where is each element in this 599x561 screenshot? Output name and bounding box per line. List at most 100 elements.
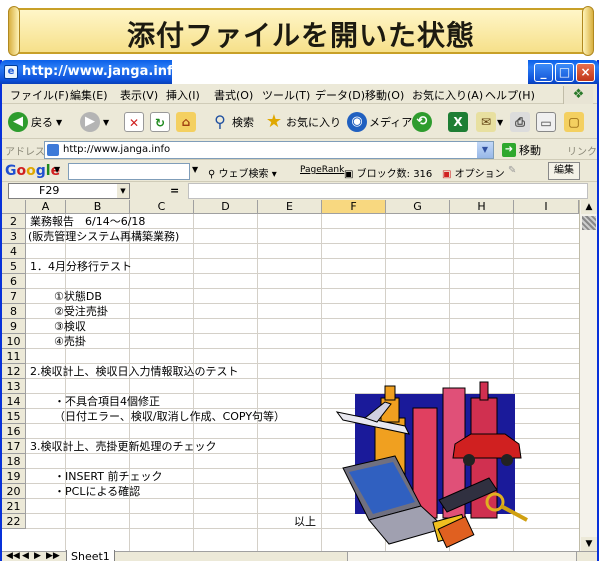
highlight-icon[interactable]: ✎ <box>508 165 516 176</box>
row-header[interactable]: 8 <box>2 304 26 319</box>
name-box-dropdown-icon[interactable]: ▼ <box>117 184 129 198</box>
back-button[interactable]: ◀ 戻る ▼ <box>8 110 62 134</box>
next-sheet-icon[interactable]: ▶ <box>34 551 41 561</box>
row-header[interactable]: 22 <box>2 514 26 529</box>
messenger-button[interactable]: ▢ <box>564 110 584 134</box>
links-label[interactable]: リンク <box>567 143 597 158</box>
cell-a20[interactable]: ・PCLによる確認 <box>54 484 140 499</box>
mail-button[interactable]: ✉ ▼ <box>476 110 503 134</box>
row-header[interactable]: 14 <box>2 394 26 409</box>
select-all-corner[interactable] <box>2 200 26 214</box>
address-input[interactable]: http://www.janga.info ▼ <box>44 141 494 159</box>
column-header-d[interactable]: D <box>194 200 258 214</box>
history-button[interactable]: ⟲ <box>412 110 432 134</box>
stop-button[interactable]: ✕ <box>124 110 144 134</box>
maximize-button[interactable]: □ <box>555 63 574 82</box>
column-header-b[interactable]: B <box>66 200 130 214</box>
row-header[interactable]: 19 <box>2 469 26 484</box>
spreadsheet-grid[interactable]: A B C D E F G H I 2 3 4 5 6 7 8 9 10 11 … <box>2 200 579 551</box>
cell-a12[interactable]: 2.検収計上、検収日入力情報取込のテスト <box>30 364 239 379</box>
row-header[interactable]: 20 <box>2 484 26 499</box>
row-header[interactable]: 12 <box>2 364 26 379</box>
close-button[interactable]: × <box>576 63 595 82</box>
edit-button[interactable]: 編集 <box>548 162 580 180</box>
row-header[interactable]: 17 <box>2 439 26 454</box>
cell-a7[interactable]: ①状態DB <box>54 289 102 304</box>
row-header[interactable]: 18 <box>2 454 26 469</box>
row-header[interactable]: 10 <box>2 334 26 349</box>
menu-tools[interactable]: ツール(T) <box>262 87 310 103</box>
web-search-button[interactable]: ⚲ ウェブ検索 ▾ <box>208 165 277 180</box>
menu-go[interactable]: 移動(O) <box>365 87 404 103</box>
vertical-scrollbar[interactable]: ▲ ▼ <box>579 200 597 551</box>
cell-e22[interactable]: 以上 <box>294 514 316 529</box>
row-header[interactable]: 7 <box>2 289 26 304</box>
first-sheet-icon[interactable]: ◀◀ <box>6 551 20 561</box>
menu-file[interactable]: ファイル(F) <box>10 87 69 103</box>
column-header-a[interactable]: A <box>26 200 66 214</box>
menu-help[interactable]: ヘルプ(H) <box>485 87 535 103</box>
column-header-i[interactable]: I <box>514 200 579 214</box>
scroll-thumb[interactable] <box>582 216 596 230</box>
formula-input[interactable] <box>188 183 588 199</box>
row-header[interactable]: 3 <box>2 229 26 244</box>
row-header[interactable]: 13 <box>2 379 26 394</box>
print-button[interactable]: ⎙ <box>510 110 530 134</box>
column-header-g[interactable]: G <box>386 200 450 214</box>
cell-a9[interactable]: ③検収 <box>54 319 86 334</box>
cell-a15[interactable]: （日付エラー、検収/取消し作成、COPY句等） <box>54 409 285 424</box>
menu-insert[interactable]: 挿入(I) <box>166 87 200 103</box>
row-header[interactable]: 9 <box>2 319 26 334</box>
row-header[interactable]: 5 <box>2 259 26 274</box>
forward-button[interactable]: ▶ ▼ <box>80 110 109 134</box>
edit-page-button[interactable]: ▭ <box>536 110 556 134</box>
row-header[interactable]: 11 <box>2 349 26 364</box>
cell-a10[interactable]: ④売掛 <box>54 334 86 349</box>
row-header[interactable]: 16 <box>2 424 26 439</box>
menu-view[interactable]: 表示(V) <box>120 87 158 103</box>
last-sheet-icon[interactable]: ▶▶ <box>46 551 60 561</box>
home-button[interactable]: ⌂ <box>176 110 196 134</box>
google-search-dropdown-icon[interactable]: ▼ <box>192 165 198 174</box>
column-header-f[interactable]: F <box>322 200 386 214</box>
pagerank-indicator[interactable]: PageRank <box>300 165 344 175</box>
row-header[interactable]: 4 <box>2 244 26 259</box>
scroll-down-icon[interactable]: ▼ <box>581 537 597 551</box>
menu-favorites[interactable]: お気に入り(A) <box>412 87 483 103</box>
go-button[interactable]: ➜ 移動 <box>502 142 541 158</box>
sheet-tab[interactable]: Sheet1 <box>66 550 115 561</box>
cell-a8[interactable]: ②受注売掛 <box>54 304 108 319</box>
title-bar[interactable]: e http://www.janga.info _ □ × <box>0 60 599 84</box>
column-header-e[interactable]: E <box>258 200 322 214</box>
cell-a17[interactable]: 3.検収計上、売掛更新処理のチェック <box>30 439 217 454</box>
column-header-h[interactable]: H <box>450 200 514 214</box>
row-header[interactable]: 15 <box>2 409 26 424</box>
google-logo[interactable]: Google <box>5 163 60 179</box>
scroll-up-icon[interactable]: ▲ <box>581 200 597 214</box>
cell-a5[interactable]: 1．4月分移行テスト <box>30 259 132 274</box>
row-header[interactable]: 2 <box>2 214 26 229</box>
prev-sheet-icon[interactable]: ◀ <box>22 551 29 561</box>
name-box[interactable]: F29 ▼ <box>8 183 130 199</box>
excel-button[interactable]: X <box>448 110 468 134</box>
search-button[interactable]: ⚲ 検索 <box>210 110 254 134</box>
favorites-button[interactable]: ★ お気に入り <box>264 110 341 134</box>
refresh-button[interactable]: ↻ <box>150 110 170 134</box>
cell-a19[interactable]: ・INSERT 前チェック <box>54 469 162 484</box>
google-search-input[interactable] <box>68 163 190 180</box>
cell-a3[interactable]: (販売管理システム再構築業務) <box>28 229 179 244</box>
minimize-button[interactable]: _ <box>534 63 553 82</box>
horizontal-scrollbar[interactable] <box>347 551 577 561</box>
row-header[interactable]: 6 <box>2 274 26 289</box>
cell-a14[interactable]: ・不具合項目4個修正 <box>54 394 160 409</box>
cell-a2[interactable]: 業務報告 6/14〜6/18 <box>30 214 145 229</box>
menu-data[interactable]: データ(D) <box>315 87 365 103</box>
menu-format[interactable]: 書式(O) <box>214 87 253 103</box>
popup-blocker-button[interactable]: ▣ ブロック数: 316 <box>344 165 432 180</box>
menu-edit[interactable]: 編集(E) <box>70 87 108 103</box>
media-button[interactable]: ◉ メディア <box>347 110 412 134</box>
options-button[interactable]: ▣ オプション <box>442 165 505 180</box>
row-header[interactable]: 21 <box>2 499 26 514</box>
column-header-c[interactable]: C <box>130 200 194 214</box>
address-dropdown-icon[interactable]: ▼ <box>477 142 493 158</box>
